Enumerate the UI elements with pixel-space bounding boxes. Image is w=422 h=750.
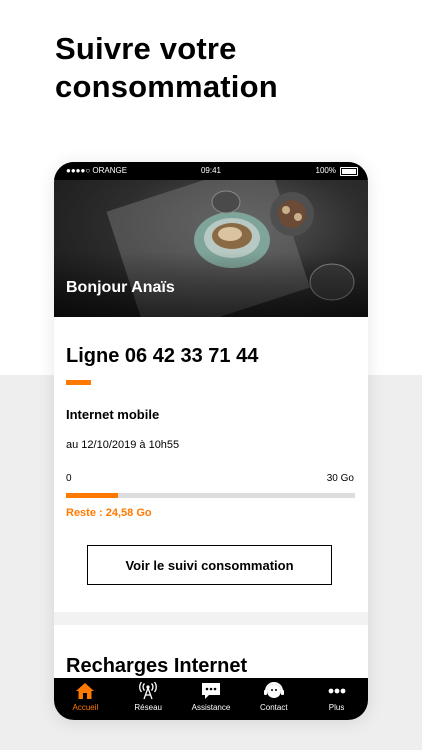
battery-percent: 100% — [315, 166, 336, 175]
tab-label-plus: Plus — [328, 703, 345, 712]
tab-reseau[interactable]: Réseau — [117, 678, 180, 720]
phone-screen: ●●●●○ ORANGE 09:41 100% Bonjour Anaïs Li… — [54, 162, 368, 720]
internet-section-title: Internet mobile — [66, 407, 160, 422]
tab-label-accueil: Accueil — [72, 703, 99, 712]
page-headline: Suivre votre consommation — [55, 30, 278, 106]
status-bar: ●●●●○ ORANGE 09:41 100% — [54, 162, 368, 180]
tab-plus[interactable]: Plus — [305, 678, 368, 720]
hero-banner: ●●●●○ ORANGE 09:41 100% Bonjour Anaïs — [54, 162, 368, 317]
home-icon — [76, 683, 95, 699]
usage-max-label: 30 Go — [326, 473, 354, 484]
more-icon — [328, 688, 345, 694]
headline-line-1: Suivre votre — [55, 31, 237, 66]
usage-progress-fill — [66, 493, 119, 498]
tab-assistance[interactable]: Assistance — [180, 678, 243, 720]
usage-min-label: 0 — [66, 473, 72, 484]
tab-label-reseau: Réseau — [134, 703, 162, 712]
tab-label-contact: Contact — [260, 703, 288, 712]
antenna-icon — [139, 682, 158, 700]
line-usage-card: Ligne 06 42 33 71 44 Internet mobile au … — [54, 317, 368, 612]
recharges-card: Recharges Internet — [54, 625, 368, 685]
headline-line-2: consommation — [55, 69, 278, 104]
usage-date: au 12/10/2019 à 10h55 — [66, 439, 180, 451]
view-consumption-button[interactable]: Voir le suivi consommation — [87, 545, 332, 585]
remaining-data: Reste : 24,58 Go — [66, 507, 152, 519]
title-accent-bar — [66, 380, 91, 385]
line-number-title: Ligne 06 42 33 71 44 — [66, 345, 259, 367]
chat-icon — [201, 683, 220, 699]
tab-accueil[interactable]: Accueil — [54, 678, 117, 720]
greeting: Bonjour Anaïs — [66, 279, 175, 296]
recharges-title: Recharges Internet — [66, 655, 248, 677]
battery-icon — [340, 166, 358, 176]
tab-label-assistance: Assistance — [191, 703, 231, 712]
headset-icon — [263, 682, 284, 698]
bottom-tab-bar: Accueil Réseau Assistance Contact Plus — [54, 678, 368, 720]
tab-contact[interactable]: Contact — [242, 678, 305, 720]
battery-status: 100% — [316, 162, 358, 180]
usage-progress-bar — [66, 493, 355, 498]
